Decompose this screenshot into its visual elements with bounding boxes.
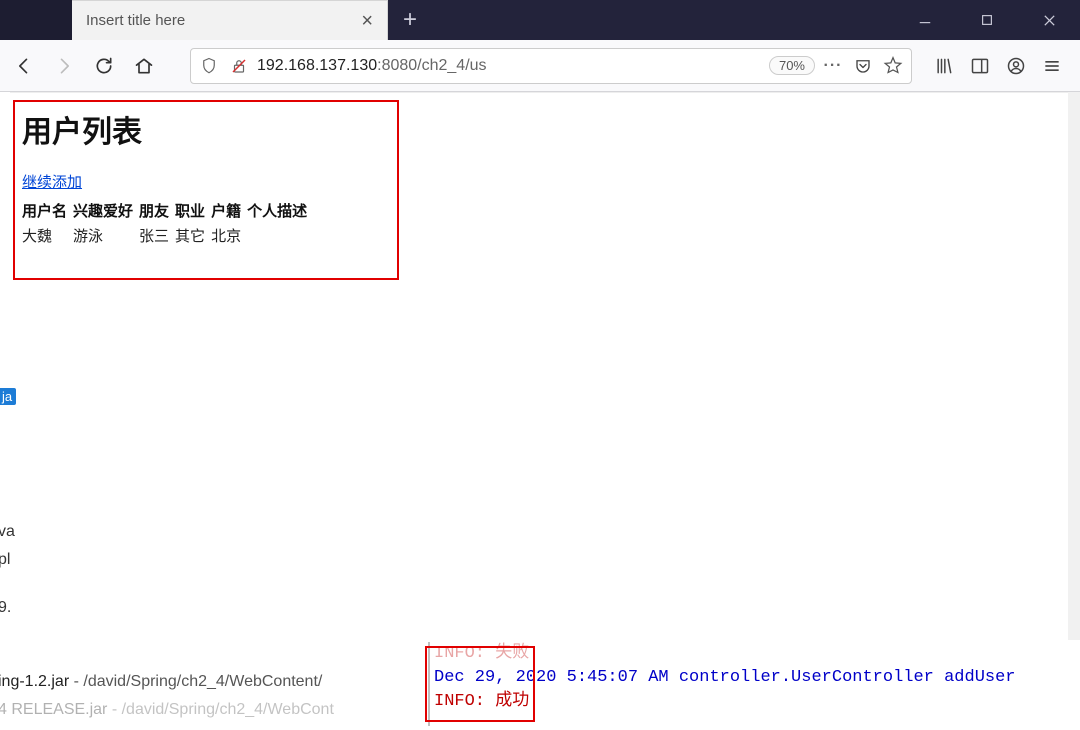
home-button[interactable] [126,48,162,84]
viewport-scrollbar[interactable] [1066,92,1080,640]
ide-left-line: pl [0,551,28,569]
browser-tab-bar: Insert title here × + [0,0,1080,40]
maximize-button[interactable] [956,0,1018,40]
ide-jar-name: ing-1.2.jar [0,673,69,690]
url-text[interactable]: 192.168.137.130:8080/ch2_4/us [257,57,763,75]
window-controls [894,0,1080,40]
back-button[interactable] [6,48,42,84]
page-actions-icon[interactable]: ··· [821,54,845,78]
ide-jar-path: - /david/Spring/ch2_4/WebContent/ [69,673,322,690]
user-table: 用户名 兴趣爱好 朋友 职业 户籍 个人描述 大魏 游泳 张三 其它 北京 [22,198,313,248]
browser-toolbar: 192.168.137.130:8080/ch2_4/us 70% ··· [0,40,1080,92]
col-hobby: 兴趣爱好 [73,198,139,223]
ide-left-line: 9. [0,599,28,617]
account-icon[interactable] [998,48,1034,84]
cell-friend: 张三 [139,223,175,248]
toolbar-right-icons [926,48,1070,84]
insecure-lock-icon[interactable] [227,54,251,78]
forward-button[interactable] [46,48,82,84]
ide-console: INFO: 失败 Dec 29, 2020 5:45:07 AM control… [428,642,1078,726]
ide-jar-path: - /david/Spring/ch2_4/WebCont [107,701,334,718]
ide-left-fragment: ja va pl 9. [0,388,28,617]
console-line: INFO: 成功 [434,690,1078,714]
table-header-row: 用户名 兴趣爱好 朋友 职业 户籍 个人描述 [22,198,313,223]
cell-residence: 北京 [211,223,247,248]
ide-badge: ja [0,388,16,405]
table-row: 大魏 游泳 张三 其它 北京 [22,223,313,248]
console-line: Dec 29, 2020 5:45:07 AM controller.UserC… [434,666,1078,690]
reload-button[interactable] [86,48,122,84]
zoom-level-badge[interactable]: 70% [769,56,815,75]
bookmark-star-icon[interactable] [881,54,905,78]
col-username: 用户名 [22,198,73,223]
close-window-button[interactable] [1018,0,1080,40]
ide-jar-name: 4 RELEASE.jar [0,701,107,718]
url-bar[interactable]: 192.168.137.130:8080/ch2_4/us 70% ··· [190,48,912,84]
console-line: INFO: 失败 [434,642,1078,666]
tab-bar-spacer [0,0,72,40]
page-viewport: 用户列表 继续添加 用户名 兴趣爱好 朋友 职业 户籍 个人描述 大魏 游泳 张… [10,92,1068,640]
browser-tab[interactable]: Insert title here × [72,0,388,40]
url-host: 192.168.137.130 [257,57,377,74]
cell-description [247,223,313,248]
url-path: :8080/ch2_4/us [377,57,486,74]
new-tab-button[interactable]: + [388,0,432,40]
shield-icon[interactable] [197,54,221,78]
col-job: 职业 [175,198,211,223]
page-content: 用户列表 继续添加 用户名 兴趣爱好 朋友 职业 户籍 个人描述 大魏 游泳 张… [10,93,1068,262]
cell-job: 其它 [175,223,211,248]
tab-title: Insert title here [86,12,185,29]
ide-left-line: va [0,523,28,541]
close-tab-icon[interactable]: × [361,11,373,31]
pocket-icon[interactable] [851,54,875,78]
sidebar-icon[interactable] [962,48,998,84]
col-description: 个人描述 [247,198,313,223]
library-icon[interactable] [926,48,962,84]
menu-icon[interactable] [1034,48,1070,84]
cell-username: 大魏 [22,223,73,248]
page-title: 用户列表 [22,107,1056,151]
cell-hobby: 游泳 [73,223,139,248]
minimize-button[interactable] [894,0,956,40]
continue-add-link[interactable]: 继续添加 [22,171,82,192]
col-residence: 户籍 [211,198,247,223]
col-friend: 朋友 [139,198,175,223]
ide-bottom-left-fragment: ing-1.2.jar - /david/Spring/ch2_4/WebCon… [0,668,428,724]
